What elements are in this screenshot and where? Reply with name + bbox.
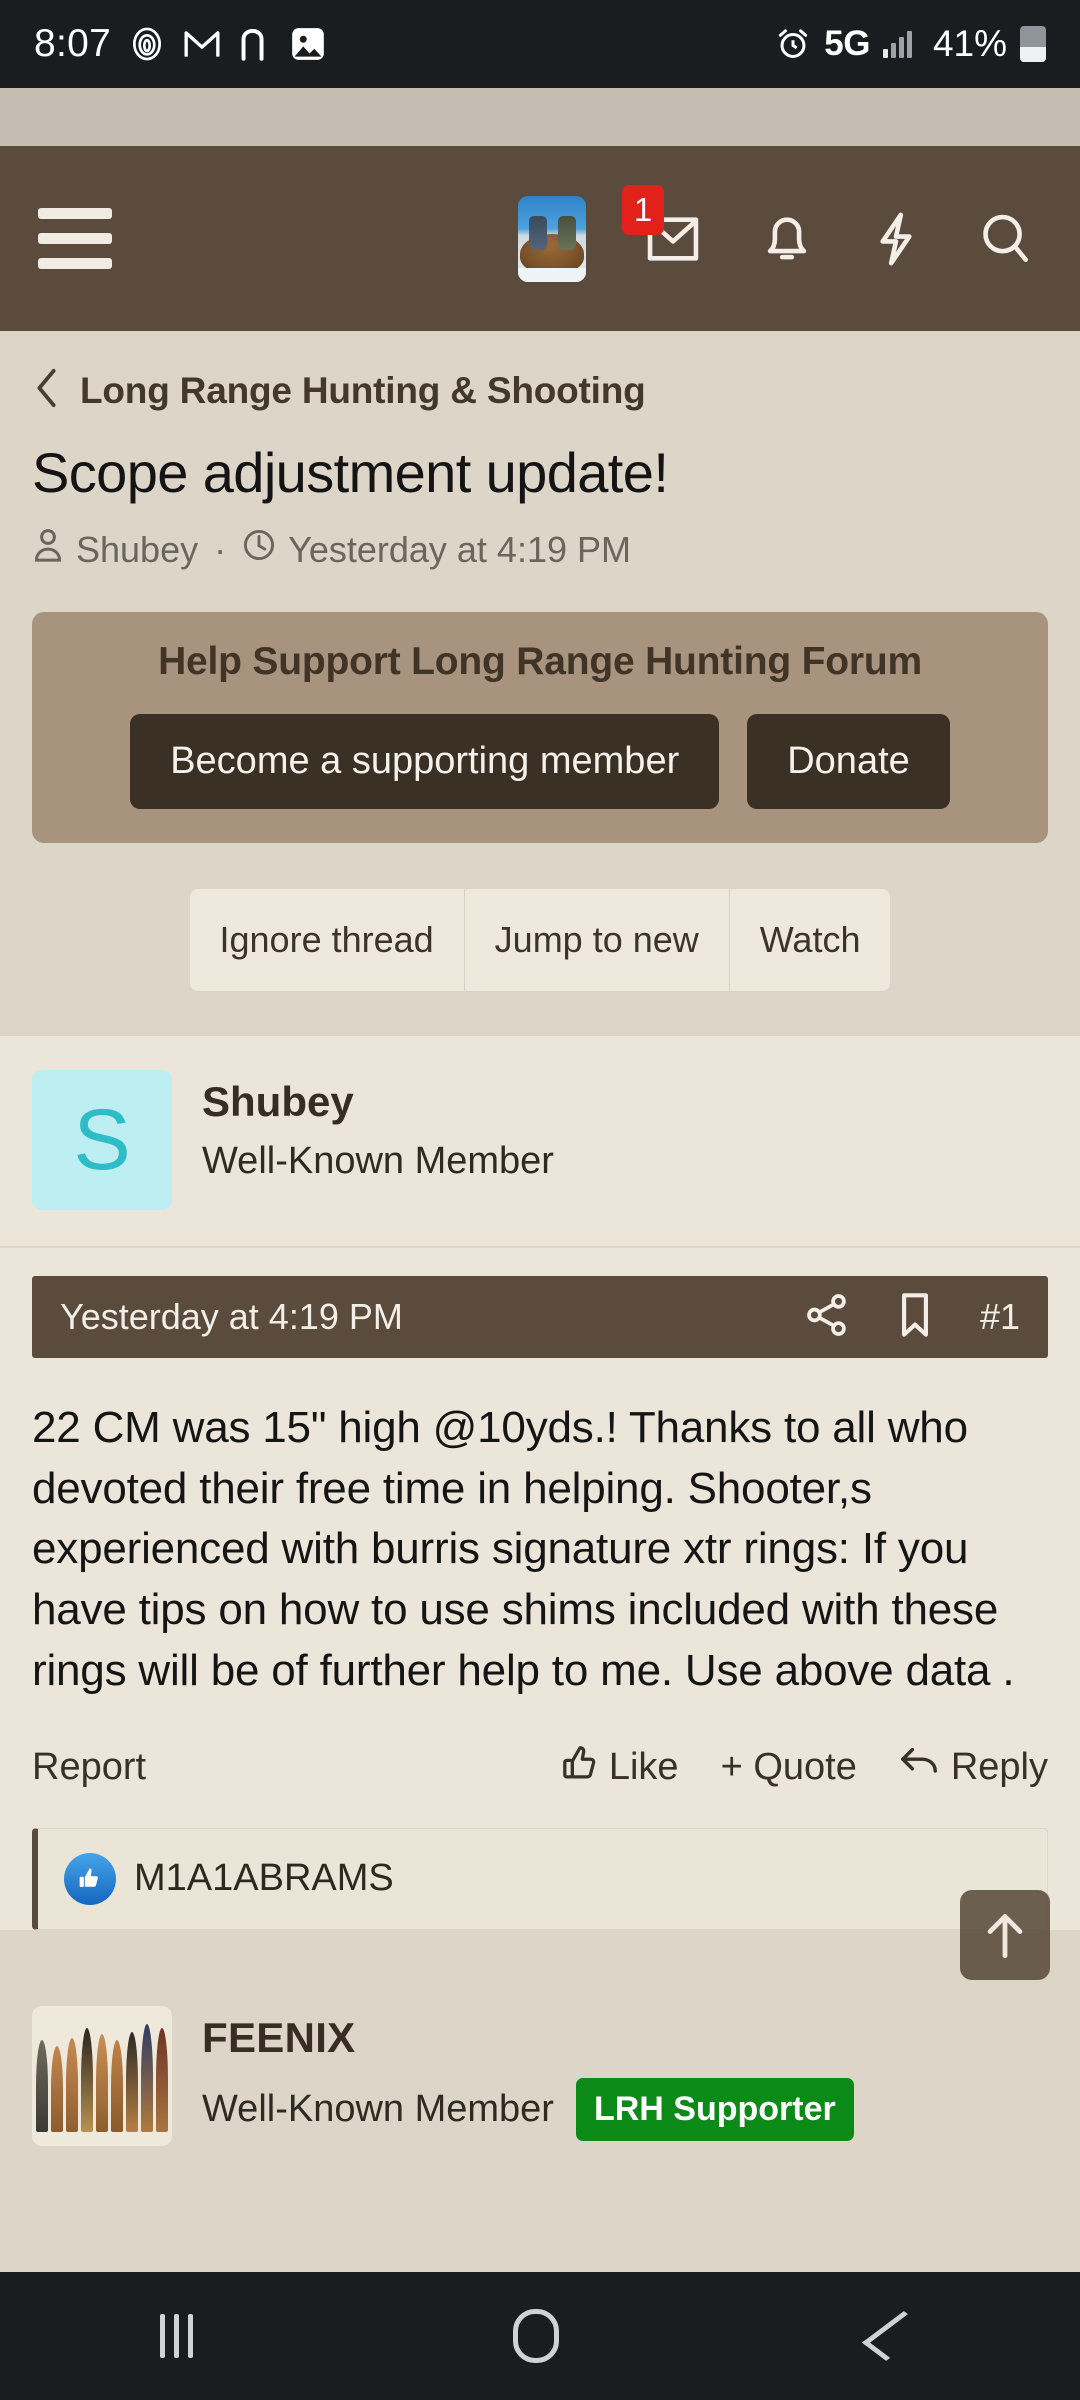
status-bar-left: 8:07 [34, 22, 327, 66]
search-icon[interactable] [978, 211, 1032, 267]
thread-content: Long Range Hunting & Shooting Scope adju… [0, 331, 1080, 2146]
status-spacer-strip [0, 88, 1080, 146]
support-banner: Help Support Long Range Hunting Forum Be… [32, 612, 1048, 843]
avatar[interactable] [518, 195, 586, 282]
fingerprint-icon [128, 25, 166, 63]
post-divider [0, 1224, 1080, 1248]
like-button[interactable]: Like [561, 1744, 679, 1792]
app-header: 1 [0, 146, 1080, 331]
back-chevron-icon[interactable] [34, 367, 60, 414]
post-author-block: S Shubey Well-Known Member [0, 1036, 1080, 1210]
reaction-names[interactable]: M1A1ABRAMS [134, 1857, 394, 1900]
alarm-icon [775, 26, 811, 62]
bell-icon[interactable] [760, 210, 814, 268]
reply-label: Reply [950, 1746, 1048, 1789]
post-author-name[interactable]: FEENIX [202, 2014, 854, 2062]
reply-arrow-icon [899, 1745, 941, 1791]
post-1: S Shubey Well-Known Member Yesterday at … [0, 1036, 1080, 1930]
ignore-thread-button[interactable]: Ignore thread [189, 889, 465, 992]
post-author-info: FEENIX Well-Known Member LRH Supporter [202, 2006, 854, 2141]
post-header-actions: #1 [804, 1291, 1020, 1344]
hamburger-menu-icon[interactable] [38, 208, 112, 269]
thread-action-bar: Ignore thread Jump to new Watch [0, 843, 1080, 992]
recents-icon[interactable] [160, 2314, 194, 2358]
breadcrumb-label[interactable]: Long Range Hunting & Shooting [80, 370, 646, 412]
donate-button[interactable]: Donate [747, 714, 950, 809]
avatar[interactable] [32, 2005, 172, 2146]
page-title: Scope adjustment update! [32, 441, 669, 504]
bolt-icon[interactable] [872, 210, 920, 268]
battery-icon [1020, 26, 1046, 62]
clock-icon [242, 527, 276, 572]
post-author-role: Well-Known Member [202, 2087, 554, 2130]
post-author-name[interactable]: Shubey [202, 1078, 554, 1126]
home-icon[interactable] [513, 2309, 560, 2363]
post-header-bar: Yesterday at 4:19 PM #1 [32, 1276, 1048, 1358]
signal-strength-icon [882, 30, 912, 58]
reddit-icon [238, 26, 272, 62]
gmail-icon [183, 27, 221, 61]
post-footer-actions: Report Like + Quote Reply [0, 1702, 1080, 1792]
header-actions: 1 [518, 184, 1042, 282]
post-timestamp[interactable]: Yesterday at 4:19 PM [60, 1296, 403, 1338]
post-2: FEENIX Well-Known Member LRH Supporter [0, 1969, 1080, 2146]
status-bar: 8:07 5G 41% [0, 0, 1080, 88]
post-number: #1 [979, 1296, 1020, 1337]
battery-percent: 41% [932, 23, 1007, 64]
post-author-role: Well-Known Member [202, 1140, 554, 1182]
reply-button[interactable]: Reply [899, 1745, 1048, 1791]
status-bar-clock: 8:07 [34, 22, 112, 65]
thread-meta: Shubey · Yesterday at 4:19 PM [0, 505, 1080, 572]
bookmark-icon[interactable] [896, 1291, 934, 1344]
support-heading: Help Support Long Range Hunting Forum [158, 640, 922, 683]
post-reactions[interactable]: M1A1ABRAMS [32, 1827, 1048, 1930]
inbox-icon[interactable]: 1 [622, 184, 702, 267]
post-author-info: Shubey Well-Known Member [202, 1070, 554, 1183]
thread-author[interactable]: Shubey [76, 529, 198, 571]
photos-icon [289, 25, 327, 63]
post-author-block: FEENIX Well-Known Member LRH Supporter [32, 2005, 1048, 2146]
scroll-to-top-button[interactable] [960, 1890, 1050, 1980]
quote-button[interactable]: + Quote [721, 1746, 857, 1789]
status-badge: LRH Supporter [575, 2077, 854, 2141]
like-label: Like [608, 1746, 679, 1789]
breadcrumb[interactable]: Long Range Hunting & Shooting [0, 331, 1080, 414]
avatar[interactable]: S [32, 1070, 172, 1210]
share-icon[interactable] [804, 1292, 850, 1343]
support-buttons: Become a supporting member Donate [32, 714, 1048, 809]
person-icon [32, 527, 64, 572]
post-author-subline: Well-Known Member LRH Supporter [202, 2077, 854, 2141]
thumbs-up-badge-icon [64, 1852, 116, 1905]
become-supporting-member-button[interactable]: Become a supporting member [130, 714, 720, 809]
android-nav-bar [0, 2272, 1080, 2400]
meta-separator: · [214, 528, 227, 570]
back-icon[interactable] [861, 2311, 928, 2361]
status-bar-right: 5G 41% [775, 23, 1046, 65]
report-button[interactable]: Report [32, 1746, 146, 1789]
network-type: 5G [824, 24, 870, 63]
inbox-badge: 1 [622, 184, 664, 235]
jump-to-new-button[interactable]: Jump to new [464, 889, 730, 992]
thumbs-up-icon [561, 1744, 599, 1792]
thread-timestamp: Yesterday at 4:19 PM [288, 528, 631, 570]
post-footer-right: Like + Quote Reply [561, 1744, 1048, 1792]
post-body: 22 CM was 15" high @10yds.! Thanks to al… [32, 1403, 1015, 1695]
watch-button[interactable]: Watch [729, 889, 891, 992]
